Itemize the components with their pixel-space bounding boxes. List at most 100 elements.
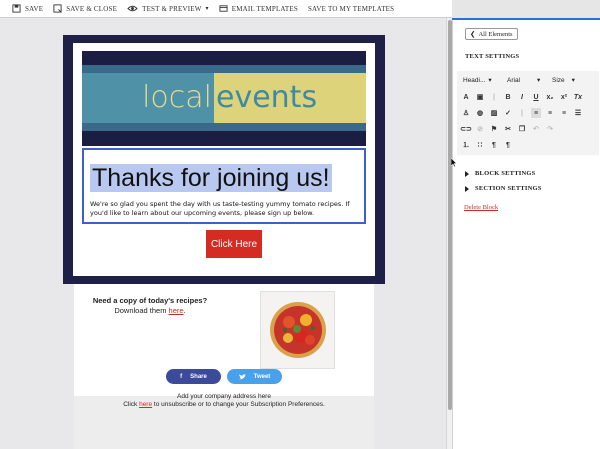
ordered-list-icon[interactable]: ⒈: [461, 140, 471, 150]
caret-right-icon: [465, 170, 469, 177]
footer-unsubscribe-line: Click here to unsubscribe or to change y…: [74, 401, 374, 409]
tools-row-1: A ▣ | B I U x₂ x² Tx: [461, 92, 583, 102]
tart-image[interactable]: [260, 291, 335, 369]
background-color-icon[interactable]: ▣: [475, 92, 485, 102]
local-events-banner[interactable]: local events: [82, 51, 366, 146]
banner-word-local: local: [142, 80, 212, 115]
anchor-flag-icon[interactable]: ⚑: [489, 124, 499, 134]
settings-panel: ❮ All Elements TEXT SETTINGS Headi... ▾ …: [452, 18, 600, 449]
subscript-icon[interactable]: x₂: [545, 92, 555, 102]
footer-rest: to unsubscribe or to change your Subscri…: [152, 401, 325, 408]
recipe-download-prefix: Download them: [114, 306, 169, 315]
save-to-templates-button[interactable]: SAVE TO MY TEMPLATES: [308, 5, 394, 13]
share-button[interactable]: f Share: [166, 369, 221, 384]
caret-right-icon: [465, 185, 469, 192]
unordered-list-icon[interactable]: ∷: [475, 140, 485, 150]
recipe-title: Need a copy of today's recipes?: [92, 296, 208, 305]
align-left-icon[interactable]: ≡: [531, 108, 541, 118]
recipe-download-line: Download them here.: [90, 306, 210, 316]
align-center-icon[interactable]: ≡: [545, 108, 555, 118]
image-icon[interactable]: ▨: [489, 108, 499, 118]
share-label: Share: [190, 373, 207, 380]
panel-accent-line: [452, 18, 600, 20]
save-close-button[interactable]: SAVE & CLOSE: [53, 4, 117, 13]
save-to-templates-label: SAVE TO MY TEMPLATES: [307, 4, 395, 13]
email-editor: SAVE SAVE & CLOSE TEST & PREVIEW ▾ EMAIL…: [0, 0, 600, 449]
align-right-icon[interactable]: ≡: [559, 108, 569, 118]
delete-block-link[interactable]: Delete Block: [464, 204, 498, 211]
cut-icon[interactable]: ✂: [503, 124, 513, 134]
italic-icon[interactable]: I: [517, 92, 527, 102]
text-settings-title: TEXT SETTINGS: [465, 53, 520, 60]
section-settings-toggle[interactable]: SECTION SETTINGS: [465, 185, 542, 192]
bold-icon[interactable]: B: [503, 92, 513, 102]
tweet-button[interactable]: Tweet: [227, 369, 282, 384]
footer-click: Click: [123, 401, 140, 408]
superscript-icon[interactable]: x²: [559, 92, 569, 102]
separator-icon: |: [493, 93, 495, 101]
copy-icon[interactable]: ❐: [517, 124, 527, 134]
tart-illustration: [261, 292, 334, 368]
save-icon: [12, 4, 21, 13]
section-settings-label: SECTION SETTINGS: [475, 185, 542, 192]
personalize-icon[interactable]: ♙: [461, 108, 471, 118]
link-icon[interactable]: ⊂⊃: [460, 124, 472, 134]
chevron-down-icon: ▾: [205, 6, 209, 12]
email-templates-label: EMAIL TEMPLATES: [231, 4, 298, 13]
footer-text: Add your company address here Click here…: [74, 393, 374, 409]
headline[interactable]: Thanks for joining us!: [90, 164, 332, 192]
test-preview-label: TEST & PREVIEW: [142, 4, 202, 13]
font-select-value: Arial: [507, 76, 521, 84]
save-close-label: SAVE & CLOSE: [66, 4, 118, 13]
save-label: SAVE: [25, 4, 44, 13]
tools-row-4: ⒈ ∷ ¶ ¶: [461, 140, 513, 150]
font-select[interactable]: Arial ▾: [507, 75, 540, 85]
tools-row-3: ⊂⊃ ⊘ ⚑ ✂ ❐ ↶ ↷: [460, 124, 555, 134]
block-settings-label: BLOCK SETTINGS: [475, 170, 536, 177]
underline-icon[interactable]: U: [531, 92, 541, 102]
modal-content: local events Thanks for joining us! We'r…: [73, 43, 375, 276]
justify-icon[interactable]: ☰: [573, 108, 583, 118]
save-close-icon: [53, 4, 62, 13]
tweet-label: Tweet: [253, 373, 271, 380]
test-preview-button[interactable]: TEST & PREVIEW ▾: [127, 4, 209, 13]
save-button[interactable]: SAVE: [12, 4, 43, 13]
ltr-icon[interactable]: ¶: [489, 140, 499, 150]
twitter-icon: [238, 373, 246, 379]
selected-text-block[interactable]: Thanks for joining us! We're so glad you…: [82, 148, 366, 224]
globe-icon[interactable]: ◍: [475, 108, 485, 118]
spellcheck-icon[interactable]: ✓: [503, 108, 513, 118]
recipe-download-suffix: .: [183, 306, 186, 315]
all-elements-button[interactable]: ❮ All Elements: [465, 28, 518, 40]
undo-icon[interactable]: ↶: [531, 124, 541, 134]
clear-format-icon[interactable]: Tx: [573, 92, 583, 102]
font-color-icon[interactable]: A: [461, 92, 471, 102]
footer-address: Add your company address here: [177, 393, 271, 400]
selected-modal-block[interactable]: local events Thanks for joining us! We'r…: [63, 35, 385, 284]
redo-icon[interactable]: ↷: [545, 124, 555, 134]
social-buttons: f Share Tweet: [166, 369, 282, 384]
block-settings-toggle[interactable]: BLOCK SETTINGS: [465, 170, 535, 177]
mouse-cursor-icon: [451, 158, 457, 168]
email-templates-button[interactable]: EMAIL TEMPLATES: [219, 4, 298, 13]
heading-select-value: Headi...: [463, 76, 486, 84]
separator-icon: |: [521, 109, 523, 117]
unlink-icon[interactable]: ⊘: [475, 124, 485, 134]
size-select[interactable]: Size ▾: [552, 75, 575, 85]
recipe-text-block[interactable]: Need a copy of today's recipes? Download…: [90, 296, 210, 316]
chevron-down-icon: ▾: [537, 77, 541, 84]
heading-select[interactable]: Headi... ▾: [463, 75, 492, 85]
recipe-here-link[interactable]: here: [169, 306, 184, 315]
body-copy[interactable]: We're so glad you spent the day with us …: [90, 200, 360, 218]
top-toolbar: SAVE SAVE & CLOSE TEST & PREVIEW ▾ EMAIL…: [0, 0, 452, 18]
banner-top-stripe: [82, 65, 366, 73]
eye-icon: [127, 5, 138, 12]
chevron-down-icon: ▾: [488, 77, 492, 84]
unsubscribe-link[interactable]: here: [139, 401, 152, 408]
banner-bottom-stripe: [82, 123, 366, 131]
size-select-value: Size: [552, 76, 565, 84]
facebook-icon: f: [180, 373, 183, 380]
template-icon: [219, 5, 228, 12]
click-here-button[interactable]: Click Here: [206, 230, 262, 258]
rtl-icon[interactable]: ¶: [503, 140, 513, 150]
